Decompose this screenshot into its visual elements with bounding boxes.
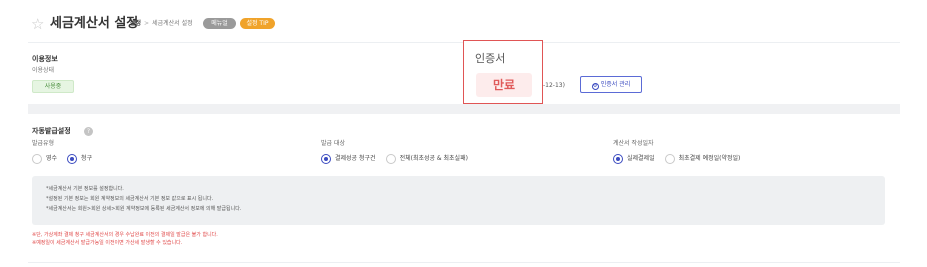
issue-type-radio-group: 영수 청구 [32, 153, 102, 165]
certificate-manage-button[interactable]: ⚙ 인증서 관리 [580, 76, 642, 93]
date-radio-scheduled[interactable] [664, 154, 675, 164]
date-actual-payment-label[interactable]: 실제결제일 [627, 154, 655, 164]
usage-status-label: 이용상태 [32, 67, 55, 74]
target-all-label[interactable]: 전체(최초성공 & 최초실패) [400, 154, 468, 164]
issue-type-claim-label[interactable]: 청구 [81, 154, 92, 164]
date-radio-actual-payment[interactable] [613, 154, 623, 164]
favorite-star-icon[interactable]: ☆ [31, 16, 47, 32]
issue-type-label: 발급유형 [32, 140, 55, 147]
certificate-expiry-date: -12-13) [543, 82, 565, 89]
manual-button-label: 메뉴얼 [211, 20, 228, 27]
auto-issue-settings-title: 자동발급설정 [32, 127, 71, 135]
breadcrumb-separator: > [144, 20, 150, 27]
invoice-date-label: 계산서 작성일자 [613, 140, 654, 147]
usage-info-title: 이용정보 [32, 55, 58, 63]
issue-target-label: 발급 대상 [321, 140, 345, 147]
target-radio-all[interactable] [385, 154, 396, 164]
settings-tip-button[interactable]: 설정 TIP [240, 18, 275, 29]
breadcrumb-item-settings[interactable]: 설정 [130, 20, 141, 27]
settings-tip-label: 설정 TIP [246, 20, 269, 27]
breadcrumb-item-tax-invoice-settings: 세금계산서 설정 [152, 20, 193, 27]
target-paid-claims-label[interactable]: 결제성공 청구건 [335, 154, 376, 164]
usage-status-badge: 사용중 [32, 80, 74, 93]
certificate-title: 인증서 [475, 52, 506, 65]
warning-line: ※단, 가상계좌 결제 청구 세금계산서의 경우 수납완료 이전의 결제일 발급… [32, 232, 218, 238]
invoice-date-radio-group: 실제결제일 최초결제 예정일(약정일) [613, 153, 750, 165]
notice-line: *설정된 기본 정보는 회원 계약정보의 세금계산서 기본 정보 값으로 표시 … [46, 196, 214, 202]
section-spacer [28, 104, 900, 114]
certificate-manage-label: 인증서 관리 [600, 81, 631, 88]
date-scheduled-label[interactable]: 최초결제 예정일(약정일) [679, 154, 741, 164]
issue-type-receipt-label[interactable]: 영수 [46, 154, 57, 164]
bottom-divider [28, 262, 900, 263]
issue-target-radio-group: 결제성공 청구건 전체(최초성공 & 최초실패) [321, 153, 478, 165]
target-radio-paid-claims[interactable] [321, 154, 331, 164]
issue-type-radio-claim[interactable] [67, 154, 78, 164]
certificate-expired-badge: 만료 [476, 73, 532, 97]
page-title: 세금계산서 설정 [50, 16, 139, 31]
issue-type-radio-receipt[interactable] [32, 154, 42, 164]
certificate-settings-icon: ⚙ [591, 83, 599, 90]
warning-line: ※예정일이 세금계산서 발급가능일 이전이면 가산세 발생할 수 있습니다. [32, 240, 183, 246]
help-icon[interactable]: ? [84, 127, 93, 136]
notice-line: *세금계산서는 회원>회원 상세>회원 계약정보에 등록된 세금계산서 정보에 … [46, 206, 242, 212]
breadcrumb: 설정 > 세금계산서 설정 [130, 20, 193, 28]
manual-button[interactable]: 메뉴얼 [203, 18, 236, 29]
notice-line: *세금계산서 기본 정보를 설정합니다. [46, 186, 124, 192]
